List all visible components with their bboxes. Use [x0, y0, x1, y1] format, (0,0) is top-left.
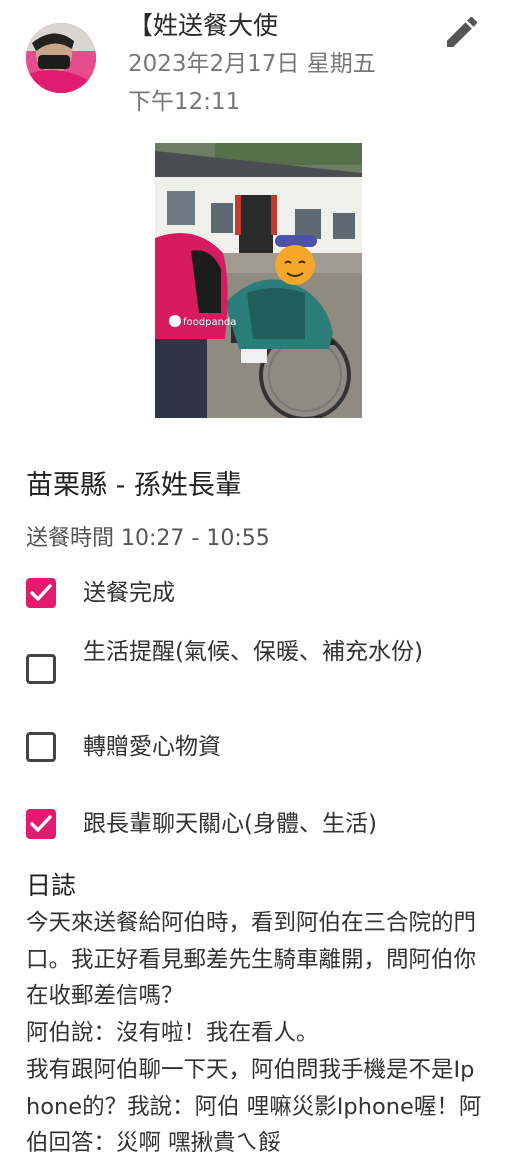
- delivery-photo[interactable]: foodpanda: [155, 143, 362, 418]
- edit-button[interactable]: [442, 12, 482, 52]
- pencil-icon: [447, 16, 478, 47]
- post-header: 【姓送餐大使 2023年2月17日 星期五 下午12:11: [0, 0, 516, 120]
- checklist-label: 生活提醒(氣候、保暖、補充水份): [83, 639, 423, 665]
- delivery-time: 送餐時間 10:27 - 10:55: [26, 526, 270, 551]
- record-title: 苗栗縣 - 孫姓長輩: [26, 470, 242, 501]
- checklist-label: 跟長輩聊天關心(身體、生活): [83, 811, 377, 837]
- checkbox-checked[interactable]: [26, 809, 56, 839]
- checklist-label: 轉贈愛心物資: [83, 734, 221, 760]
- author-name: 【姓送餐大使: [128, 11, 279, 40]
- checkbox-unchecked[interactable]: [26, 732, 56, 762]
- checklist-item-chat-care[interactable]: 跟長輩聊天關心(身體、生活): [26, 806, 486, 842]
- checklist-item-delivery-done[interactable]: 送餐完成: [26, 575, 486, 611]
- checklist-label: 送餐完成: [83, 580, 175, 606]
- post-date: 2023年2月17日 星期五: [128, 51, 376, 77]
- checklist-item-life-reminder[interactable]: 生活提醒(氣候、保暖、補充水份): [26, 634, 486, 706]
- post-time: 下午12:11: [128, 89, 241, 115]
- helmet-brand-text: foodpanda: [183, 317, 236, 328]
- log-body: 今天來送餐給阿伯時，看到阿伯在三合院的門口。我正好看見郵差先生騎車離開，問阿伯你…: [26, 910, 482, 1157]
- check-icon: [30, 815, 52, 832]
- checklist-item-donate-supplies[interactable]: 轉贈愛心物資: [26, 729, 486, 765]
- log-heading: 日誌: [26, 871, 77, 900]
- checkbox-checked[interactable]: [26, 578, 56, 608]
- check-icon: [30, 584, 52, 601]
- avatar[interactable]: [26, 23, 96, 93]
- checkbox-unchecked[interactable]: [26, 654, 56, 684]
